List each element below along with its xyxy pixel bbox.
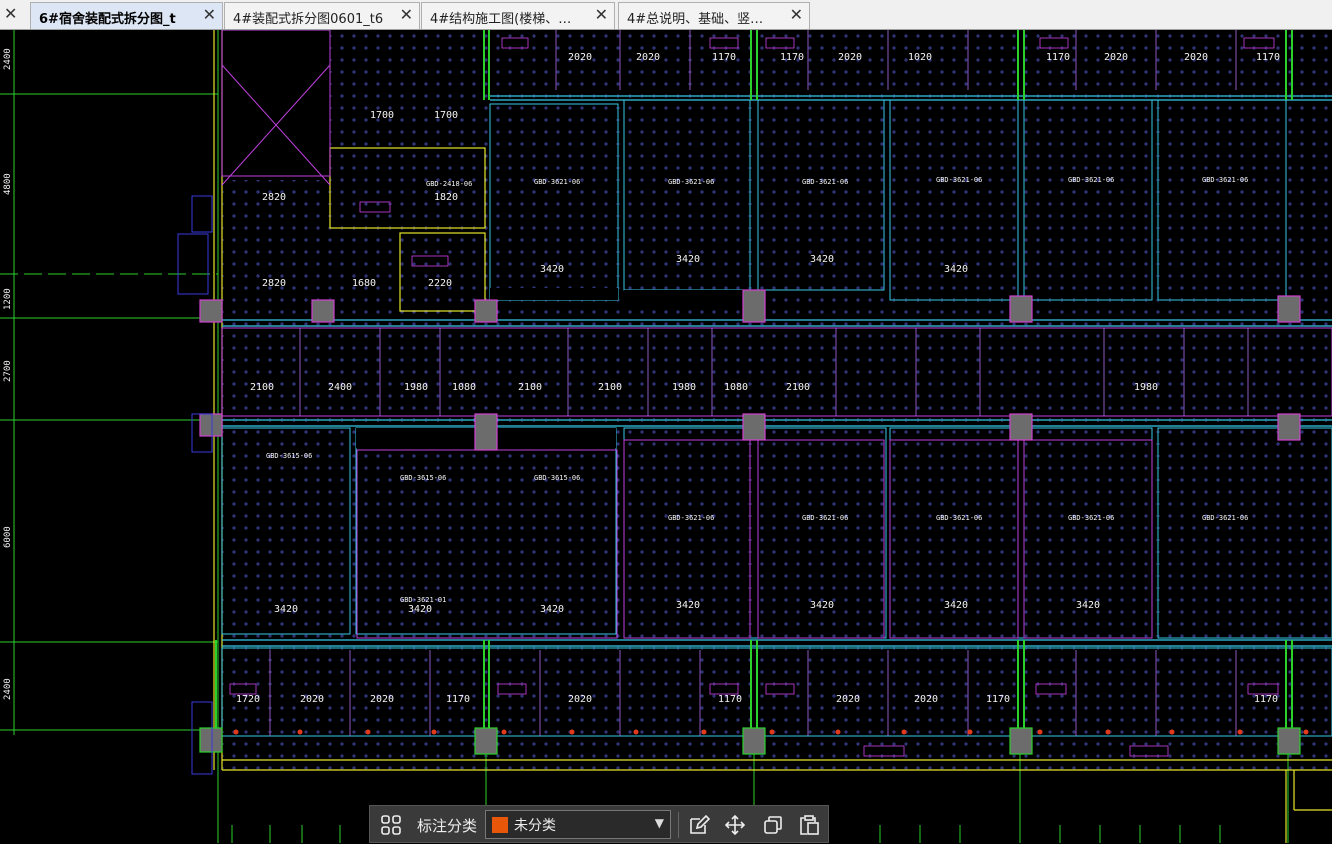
tab-6-dorm[interactable]: 6#宿舍装配式拆分图_t ✕ [30,2,223,29]
edit-icon[interactable] [684,806,714,844]
chevron-down-icon: ▼ [654,816,664,830]
panel-size-label: 2220 [428,278,452,289]
top-size-label: 1170 [1256,52,1280,63]
panel-size-label: 2820 [262,278,286,289]
bottom-size-label: 1170 [1254,694,1278,705]
panel-size-label: 1680 [352,278,376,289]
panel-size-label: 3420 [274,604,298,615]
panel-size-label: 3420 [540,604,564,615]
panel-code: GBD-3621-06 [1068,176,1114,184]
copy-icon[interactable] [758,806,788,844]
top-size-label: 1170 [780,52,804,63]
cad-drawing-canvas[interactable]: 2400 4800 1200 2700 6000 2400 3420 3420 … [0,30,1332,843]
bottom-size-label: 2020 [300,694,324,705]
bottom-size-label: 2020 [914,694,938,705]
grid-icon[interactable] [376,806,406,844]
bottom-size-label: 1170 [718,694,742,705]
dim-label: 2400 [3,678,13,700]
panel-code: GBD-2418-06 [426,180,472,188]
strip-size-label: 2400 [328,382,352,393]
panel-size-label: 3420 [944,264,968,275]
category-color-swatch [492,817,508,833]
close-icon[interactable]: ✕ [790,5,803,24]
document-tab-bar: ✕ 6#宿舍装配式拆分图_t ✕ 4#装配式拆分图0601_t6 ✕ 4#结构施… [0,0,1332,30]
category-label: 标注分类 [416,816,477,835]
strip-size-label: 1080 [452,382,476,393]
category-select[interactable]: 未分类 ▼ [485,810,671,839]
tab-4-structure[interactable]: 4#结构施工图(楼梯、… ✕ [421,2,615,29]
top-size-label: 2020 [838,52,862,63]
panel-size-label: 3420 [676,254,700,265]
panel-size-label: 3420 [540,264,564,275]
dim-label: 4800 [3,173,13,195]
panel-code: GBD-3621-06 [1068,514,1114,522]
panel-code: GBD-3621-06 [1202,176,1248,184]
panel-size-label: 3420 [810,254,834,265]
panel-code: GBD-3621-06 [802,178,848,186]
strip-size-label: 2100 [786,382,810,393]
tab-4-prefab[interactable]: 4#装配式拆分图0601_t6 ✕ [224,2,420,29]
strip-size-label: 1080 [724,382,748,393]
paste-icon[interactable] [794,806,824,844]
tab-label: 4#结构施工图(楼梯、… [430,12,572,27]
top-size-label: 1020 [908,52,932,63]
bottom-size-label: 2020 [568,694,592,705]
top-size-label: 2020 [636,52,660,63]
panel-code: GBD-3615-06 [400,474,446,482]
panel-code: GBD-3615-06 [534,474,580,482]
bottom-size-label: 1170 [446,694,470,705]
panel-code: GBD-3621-01 [400,596,446,604]
strip-size-label: 2100 [518,382,542,393]
panel-size-label: 3420 [1076,600,1100,611]
panel-code: GBD-3621-06 [936,514,982,522]
top-size-label: 1170 [712,52,736,63]
panel-code: GBD-3621-06 [936,176,982,184]
tab-label: 6#宿舍装配式拆分图_t [39,12,176,27]
panel-size-label: 3420 [944,600,968,611]
top-size-label: 2020 [1104,52,1128,63]
annotation-toolbar: 标注分类 未分类 ▼ [369,805,829,843]
tab-4-general[interactable]: 4#总说明、基础、竖… ✕ [618,2,810,29]
top-size-label: 1170 [1046,52,1070,63]
bottom-size-label: 1720 [236,694,260,705]
close-icon[interactable]: ✕ [4,4,17,23]
strip-size-label: 2100 [598,382,622,393]
panel-size-label: 1820 [434,192,458,203]
panel-size-label: 3420 [676,600,700,611]
close-icon[interactable]: ✕ [203,5,216,24]
bottom-size-label: 2020 [836,694,860,705]
strip-size-label: 1980 [1134,382,1158,393]
panel-size-label: 1700 [434,110,458,121]
panel-code: GBD-3621-06 [802,514,848,522]
bottom-size-label: 2020 [370,694,394,705]
dim-label: 6000 [3,526,13,548]
dim-label: 1200 [3,288,13,310]
tab-label: 4#装配式拆分图0601_t6 [233,12,384,27]
panel-size-label: 3420 [810,600,834,611]
toolbar-separator [678,812,679,838]
panel-size-label: 1700 [370,110,394,121]
panel-size-label: 2820 [262,192,286,203]
dim-label: 2700 [3,360,13,382]
close-icon[interactable]: ✕ [595,5,608,24]
panel-size-label: 3420 [408,604,432,615]
tab-label: 4#总说明、基础、竖… [627,12,764,27]
bottom-size-label: 1170 [986,694,1010,705]
top-size-label: 2020 [568,52,592,63]
strip-size-label: 2100 [250,382,274,393]
strip-size-label: 1980 [672,382,696,393]
move-icon[interactable] [720,806,750,844]
dim-label: 2400 [3,48,13,70]
strip-size-label: 1980 [404,382,428,393]
close-icon[interactable]: ✕ [400,5,413,24]
panel-code: GBD-3621-06 [1202,514,1248,522]
category-value: 未分类 [514,818,556,834]
panel-code: GBD-3621-06 [534,178,580,186]
panel-code: GBD-3621-06 [668,178,714,186]
top-size-label: 2020 [1184,52,1208,63]
panel-code: GBD-3615-06 [266,452,312,460]
panel-code: GBD-3621-06 [668,514,714,522]
